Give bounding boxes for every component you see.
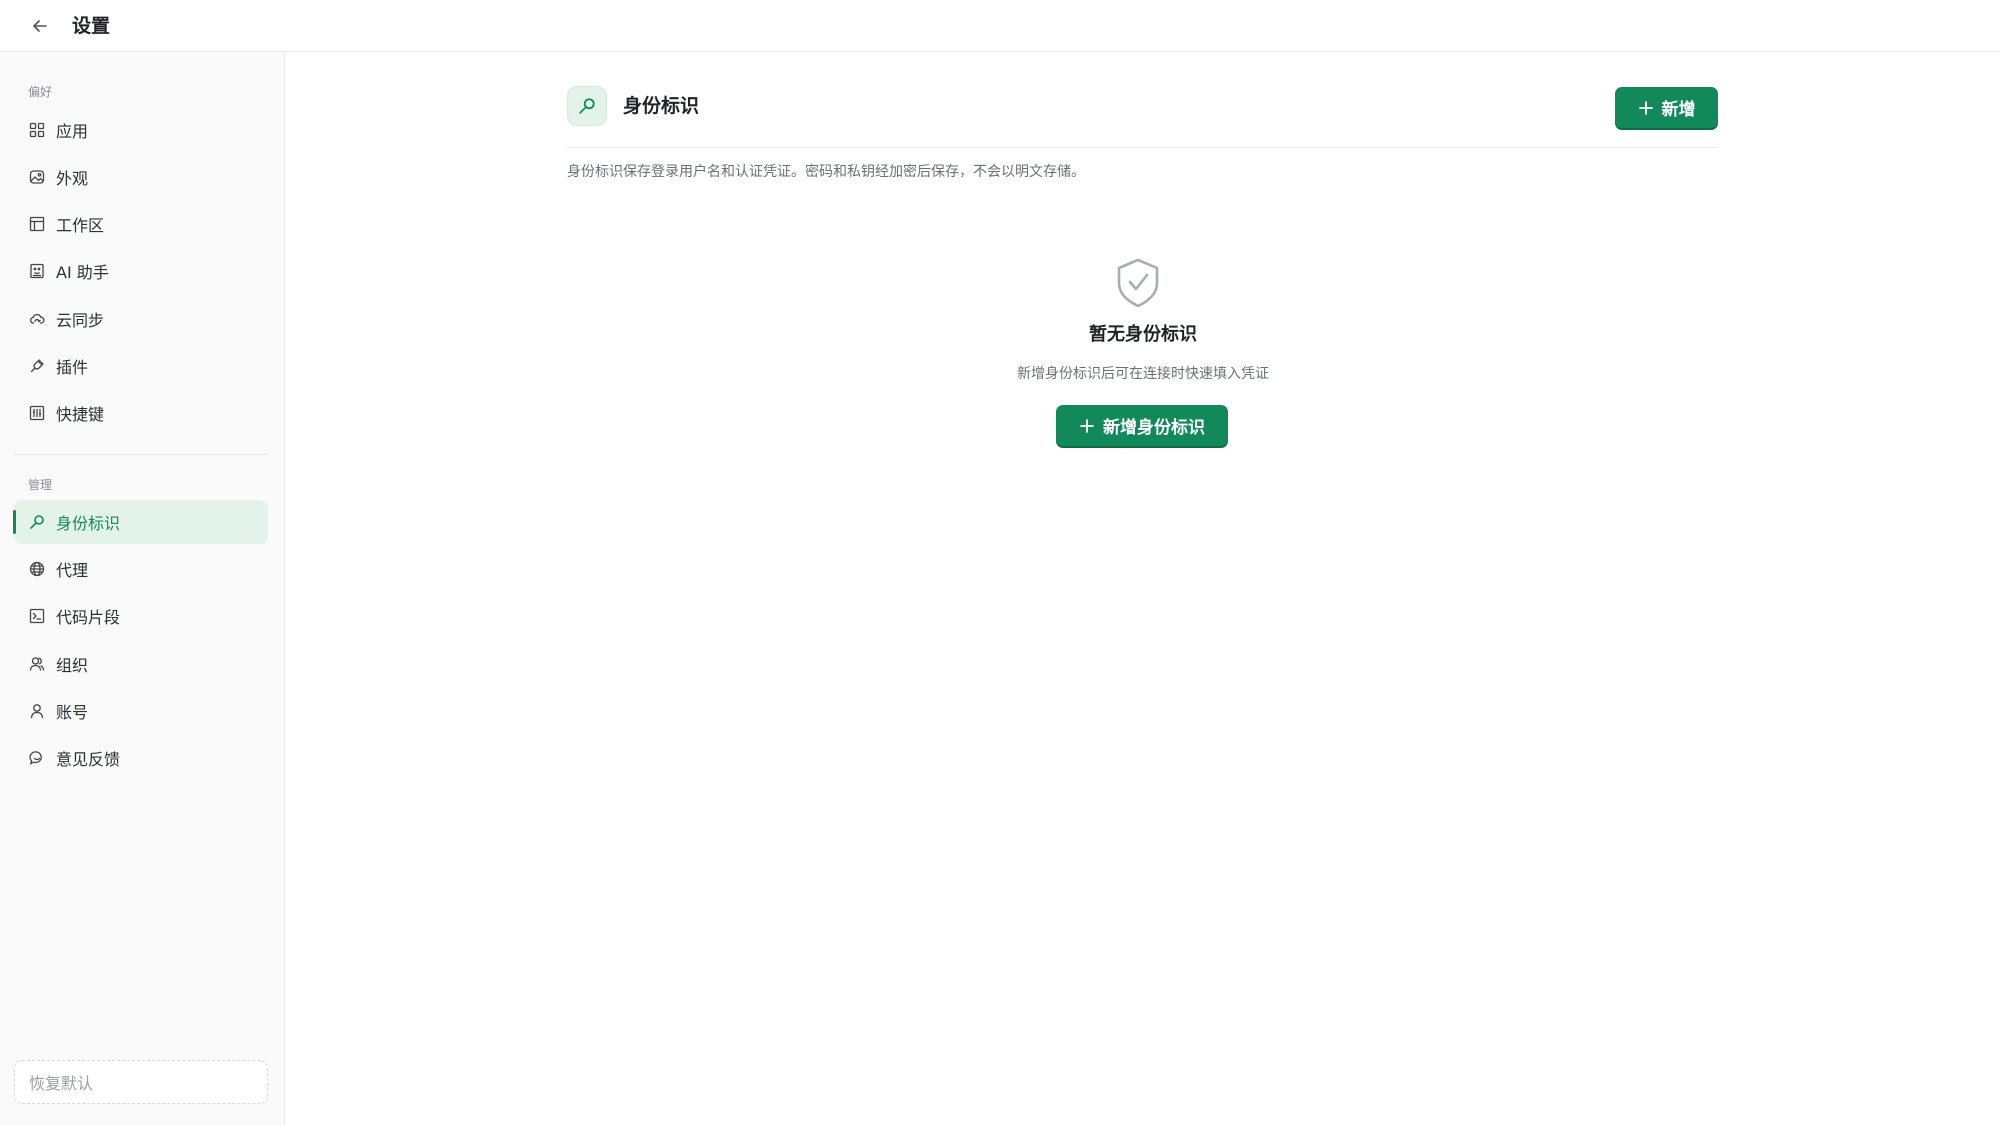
user-icon [28,702,46,720]
cloud-sync-icon [28,310,46,328]
sidebar-item-label: 代理 [56,561,89,580]
sidebar-item-label: AI 助手 [56,263,109,282]
sidebar-item-label: 代码片段 [56,608,121,627]
sidebar-item-label: 外观 [56,169,89,188]
sidebar-item-shortcuts[interactable]: 快捷键 [14,391,268,435]
sidebar-item-identities[interactable]: 身份标识 [13,500,268,544]
plus-icon [1638,100,1654,116]
arrow-left-icon [33,20,47,32]
sidebar-item-label: 身份标识 [56,514,121,533]
back-button[interactable] [26,12,54,40]
sidebar-item-label: 账号 [56,703,89,722]
empty-state-subtitle: 新增身份标识后可在连接时快速填入凭证 [1017,366,1269,382]
add-button[interactable]: 新增 [1615,87,1718,128]
plus-icon [1079,418,1095,434]
section-label-preferences: 偏好 [28,85,53,99]
sidebar-divider [14,454,268,455]
section-label-manage: 管理 [28,478,53,492]
empty-state-title: 暂无身份标识 [1089,324,1197,345]
sidebar-item-label: 意见反馈 [56,750,121,769]
shield-check-icon [1117,258,1159,308]
sidebar-item-appearance[interactable]: 外观 [14,155,268,199]
users-icon [28,655,46,673]
add-identity-button-label: 新增身份标识 [1103,418,1205,438]
sidebar-item-apps[interactable]: 应用 [14,108,268,152]
header-divider [567,147,1718,148]
sidebar-item-label: 插件 [56,358,89,377]
chat-icon [28,749,46,767]
globe-icon [28,560,46,578]
sidebar-item-label: 组织 [56,656,89,675]
terminal-icon [28,607,46,625]
main-content: 身份标识 新增 身份标识保存登录用户名和认证凭证。密码和私钥经加密后保存，不会以… [286,52,2000,1125]
sidebar-item-label: 工作区 [56,216,105,235]
reset-defaults-button[interactable]: 恢复默认 [14,1060,268,1104]
layout-icon [28,215,46,233]
sidebar-item-plugins[interactable]: 插件 [14,344,268,388]
sidebar-item-label: 应用 [56,122,89,141]
sidebar: 偏好 应用 外观 工作区 AI 助手 云同步 插件 快捷键 管理 身份标识 代理… [0,52,285,1125]
sidebar-item-cloud-sync[interactable]: 云同步 [14,297,268,341]
plug-icon [28,357,46,375]
grid-icon [28,121,46,139]
sidebar-item-account[interactable]: 账号 [14,689,268,733]
section-title: 身份标识 [623,95,700,117]
sidebar-item-organization[interactable]: 组织 [14,642,268,686]
sidebar-item-label: 云同步 [56,311,105,330]
key-icon [567,86,607,126]
ai-assistant-icon [28,262,46,280]
sidebar-item-feedback[interactable]: 意见反馈 [14,736,268,780]
sidebar-item-label: 快捷键 [56,405,105,424]
image-icon [28,168,46,186]
add-button-label: 新增 [1661,100,1696,120]
key-icon [28,513,46,531]
sidebar-item-snippets[interactable]: 代码片段 [14,594,268,638]
sidebar-item-ai-assistant[interactable]: AI 助手 [14,249,268,293]
page-title: 设置 [72,15,111,37]
top-bar: 设置 [0,0,2000,52]
add-identity-button[interactable]: 新增身份标识 [1056,405,1228,446]
section-description: 身份标识保存登录用户名和认证凭证。密码和私钥经加密后保存，不会以明文存储。 [567,164,1085,180]
sidebar-item-workspace[interactable]: 工作区 [14,202,268,246]
keyboard-icon [28,404,46,422]
sidebar-item-proxy[interactable]: 代理 [14,547,268,591]
